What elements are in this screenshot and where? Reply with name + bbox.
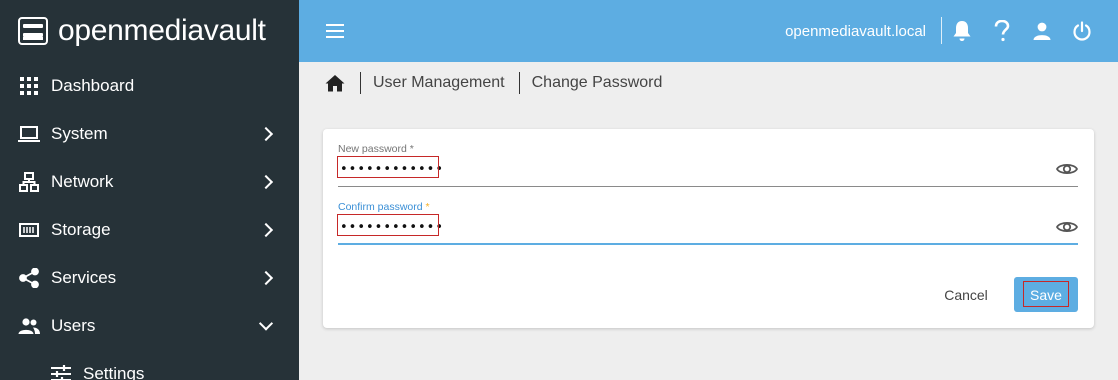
openmediavault-logo-icon (18, 16, 48, 45)
share-icon (18, 267, 40, 289)
save-button[interactable]: Save (1014, 277, 1078, 312)
breadcrumb-user-management[interactable]: User Management (373, 74, 505, 92)
new-password-field: New password * (337, 143, 1078, 187)
brand-name: openmediavault (58, 13, 266, 47)
grid-icon (18, 75, 40, 97)
eye-icon[interactable] (1056, 161, 1078, 177)
power-icon[interactable] (1070, 19, 1094, 43)
sidebar-item-label: Dashboard (51, 76, 135, 95)
hostname: openmediavault.local (785, 23, 926, 40)
bell-icon[interactable] (950, 19, 974, 43)
laptop-icon (18, 123, 40, 145)
new-password-input-wrap (337, 156, 1078, 187)
sidebar-item-users[interactable]: Users (0, 302, 299, 350)
cancel-button[interactable]: Cancel (931, 279, 1001, 311)
confirm-password-input-wrap (337, 214, 1078, 245)
new-password-input[interactable] (338, 158, 1038, 180)
topbar-divider (941, 17, 942, 44)
required-marker: * (409, 143, 414, 155)
sidebar-item-label: Settings (83, 364, 145, 380)
sidebar-item-storage[interactable]: Storage (0, 206, 299, 254)
breadcrumb: User Management Change Password (299, 62, 1118, 104)
chevron-down-icon (258, 316, 274, 331)
sidebar-nav: Dashboard System Network Storage Service… (0, 62, 299, 380)
tune-icon (50, 363, 72, 380)
sidebar-item-dashboard[interactable]: Dashboard (0, 62, 299, 110)
help-icon[interactable] (990, 19, 1014, 43)
sidebar-item-label: Storage (51, 220, 111, 239)
network-icon (18, 171, 40, 193)
users-icon (18, 315, 40, 337)
sidebar-item-label: Users (51, 316, 96, 335)
chevron-right-icon (258, 126, 274, 142)
top-bar: openmediavault.local (299, 0, 1118, 62)
new-password-label: New password * (338, 143, 1078, 157)
storage-icon (18, 219, 40, 241)
new-password-label-text: New password (338, 143, 407, 155)
menu-icon[interactable] (326, 24, 344, 38)
user-icon[interactable] (1030, 19, 1054, 43)
eye-icon[interactable] (1056, 219, 1078, 235)
sidebar-item-label: Network (51, 172, 114, 191)
chevron-right-icon (258, 270, 274, 286)
sidebar-item-label: System (51, 124, 108, 143)
change-password-card: New password * Confirm password * Cancel… (323, 129, 1094, 328)
brand[interactable]: openmediavault (0, 0, 299, 61)
breadcrumb-separator (518, 72, 520, 94)
required-marker: * (425, 201, 430, 213)
sidebar-item-system[interactable]: System (0, 110, 299, 158)
confirm-password-label-text: Confirm password (338, 201, 423, 213)
breadcrumb-change-password: Change Password (531, 74, 663, 91)
confirm-password-input[interactable] (338, 216, 1038, 238)
confirm-password-label: Confirm password * (338, 201, 1078, 215)
confirm-password-field: Confirm password * (337, 201, 1078, 245)
chevron-right-icon (258, 222, 274, 238)
sidebar-item-services[interactable]: Services (0, 254, 299, 302)
sidebar-item-settings[interactable]: Settings (0, 350, 299, 380)
sidebar: openmediavault Dashboard System Network … (0, 0, 299, 380)
sidebar-item-network[interactable]: Network (0, 158, 299, 206)
highlight-box (1023, 281, 1069, 307)
breadcrumb-separator (360, 72, 361, 94)
chevron-right-icon (258, 174, 274, 190)
home-icon[interactable] (324, 72, 346, 94)
sidebar-item-label: Services (51, 268, 117, 287)
